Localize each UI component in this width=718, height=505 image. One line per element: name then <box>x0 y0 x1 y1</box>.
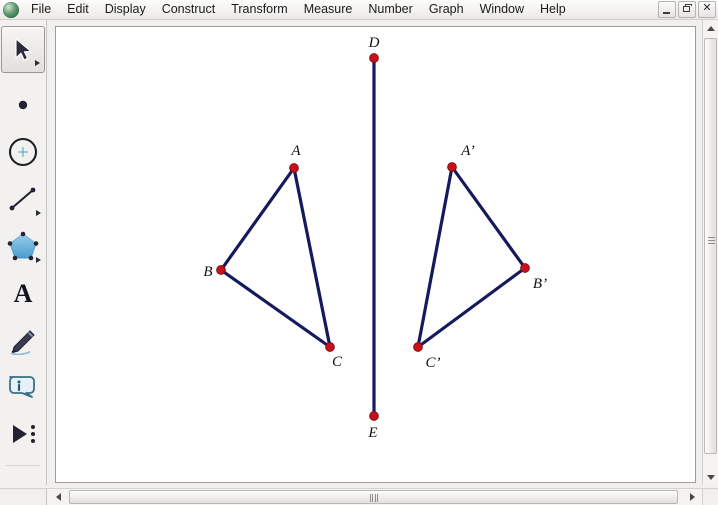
menu-bar: File Edit Display Construct Transform Me… <box>0 0 718 20</box>
segments-group <box>219 56 527 418</box>
straightedge-tool-expander-icon[interactable] <box>36 210 41 216</box>
point-B[interactable] <box>216 265 226 275</box>
text-a-icon: A <box>1 269 45 316</box>
menu-item-measure[interactable]: Measure <box>296 0 361 19</box>
point-Ap[interactable] <box>447 162 457 172</box>
tool-custom[interactable] <box>1 410 45 457</box>
point-label-Bp[interactable]: B’ <box>533 276 547 292</box>
point-label-E[interactable]: E <box>367 425 377 441</box>
minimize-icon <box>663 12 670 14</box>
menu-item-edit[interactable]: Edit <box>59 0 97 19</box>
point-label-Ap[interactable]: A’ <box>460 143 475 159</box>
tool-text[interactable]: A <box>1 269 45 316</box>
scroll-left-button[interactable] <box>51 489 66 505</box>
point-label-C[interactable]: C <box>332 354 343 370</box>
menu-item-file[interactable]: File <box>23 0 59 19</box>
tool-arrow-select[interactable] <box>1 26 45 73</box>
minimize-button[interactable] <box>658 1 676 18</box>
point-icon <box>1 81 45 128</box>
menu-item-number[interactable]: Number <box>360 0 420 19</box>
tool-palette: A <box>0 20 47 485</box>
segment-Ap-Bp[interactable] <box>450 165 527 270</box>
marker-pen-icon <box>1 316 45 363</box>
polygon-tool-expander-icon[interactable] <box>36 257 41 263</box>
arrow-tool-expander-icon[interactable] <box>35 60 40 66</box>
menu-item-transform[interactable]: Transform <box>223 0 296 19</box>
menu-item-construct[interactable]: Construct <box>154 0 224 19</box>
chevron-down-icon <box>707 475 715 480</box>
point-Bp[interactable] <box>520 263 530 273</box>
custom-tools-icon <box>1 410 45 457</box>
segment-Bp-Cp[interactable] <box>416 266 527 349</box>
scroll-right-button[interactable] <box>685 489 700 505</box>
vertical-scroll-thumb[interactable] <box>704 38 717 454</box>
menu-item-graph[interactable]: Graph <box>421 0 472 19</box>
scroll-grip-horizontal-icon <box>370 494 377 502</box>
application-window: File Edit Display Construct Transform Me… <box>0 0 718 505</box>
tool-information[interactable] <box>1 363 45 410</box>
circle-compass-icon <box>1 128 45 175</box>
point-label-A[interactable]: A <box>290 143 301 159</box>
segment-B-C[interactable] <box>219 268 332 349</box>
tool-point[interactable] <box>1 81 45 128</box>
segment-C-A[interactable] <box>292 166 332 349</box>
point-label-D[interactable]: D <box>368 35 380 51</box>
chevron-right-icon <box>690 493 695 501</box>
window-controls: ✕ <box>658 1 716 18</box>
menu-item-help[interactable]: Help <box>532 0 574 19</box>
app-logo-icon <box>3 1 19 18</box>
scroll-up-button[interactable] <box>703 20 718 36</box>
point-label-B[interactable]: B <box>203 264 212 280</box>
menu-item-display[interactable]: Display <box>97 0 154 19</box>
point-D[interactable] <box>369 53 379 63</box>
toolbar-divider <box>6 465 40 466</box>
menu-item-window[interactable]: Window <box>472 0 532 19</box>
point-E[interactable] <box>369 411 379 421</box>
maximize-icon <box>683 4 692 12</box>
sketch-area: A B C D E A’ B’ C’ <box>47 20 718 485</box>
vertical-scrollbar[interactable] <box>702 20 718 485</box>
sketch-drawing[interactable]: A B C D E A’ B’ C’ <box>55 26 696 483</box>
tool-compass[interactable] <box>1 128 45 175</box>
tool-marker[interactable] <box>1 316 45 363</box>
sketch-canvas[interactable]: A B C D E A’ B’ C’ <box>55 26 696 483</box>
point-Cp[interactable] <box>413 342 423 352</box>
svg-text:A: A <box>14 279 33 308</box>
point-A[interactable] <box>289 163 299 173</box>
close-button[interactable]: ✕ <box>698 1 716 18</box>
scroll-grip-icon <box>708 237 715 244</box>
scroll-down-button[interactable] <box>703 469 718 485</box>
point-label-Cp[interactable]: C’ <box>426 355 441 371</box>
tool-polygon[interactable] <box>1 222 45 269</box>
scrollbar-corner <box>702 488 718 505</box>
horizontal-scroll-thumb[interactable] <box>69 490 678 504</box>
segment-A-B[interactable] <box>219 166 296 272</box>
chevron-up-icon <box>707 26 715 31</box>
maximize-button[interactable] <box>678 1 696 18</box>
info-bubble-icon <box>1 363 45 410</box>
close-icon: ✕ <box>702 2 712 14</box>
point-C[interactable] <box>325 342 335 352</box>
horizontal-scrollbar[interactable] <box>47 488 702 505</box>
tool-straightedge[interactable] <box>1 175 45 222</box>
segment-Cp-Ap[interactable] <box>416 165 454 349</box>
toolbar-footer-pad <box>0 488 47 505</box>
chevron-left-icon <box>56 493 61 501</box>
